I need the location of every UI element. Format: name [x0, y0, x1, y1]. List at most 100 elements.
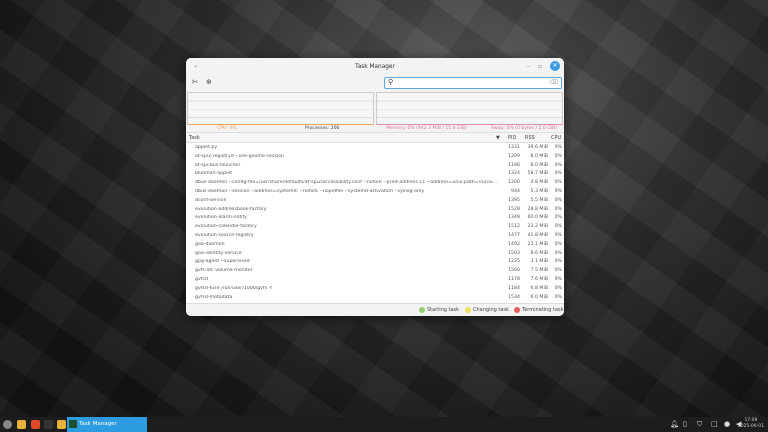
cpu-graph — [187, 92, 374, 125]
task-name: evolution-addressbook-factory — [195, 206, 267, 212]
table-row[interactable]: evolution-calendar-factory 1512 23.2 MiB 0% — [186, 223, 564, 232]
update-shield-icon[interactable]: ⛉ — [697, 420, 702, 429]
task-rss: 8.0 MiB — [530, 162, 548, 168]
files-icon[interactable] — [17, 420, 26, 429]
task-name: gvfsd-fuse /run/user/1000/gvfs -f — [195, 285, 272, 291]
window-menu-chevron-icon[interactable]: ⌄ — [193, 62, 198, 69]
taskbar-task-manager[interactable]: Task Manager — [67, 417, 147, 432]
folder-icon[interactable] — [57, 420, 66, 429]
table-row[interactable]: dbus-daemon --session --address=systemd:… — [186, 188, 564, 197]
task-name: at-spi-bus-launcher — [195, 162, 241, 168]
task-cpu: 0% — [554, 250, 562, 256]
legend-changing: Changing task — [473, 307, 509, 313]
task-pid: 1209 — [508, 153, 520, 159]
task-rss: 4.8 MiB — [530, 180, 548, 186]
table-row[interactable]: goa-daemon 1492 23.1 MiB 0% — [186, 241, 564, 250]
task-cpu: 0% — [554, 215, 562, 221]
close-button[interactable]: ✕ — [550, 61, 560, 71]
cpu-usage: CPU: 0% — [217, 126, 237, 131]
task-pid: 1186 — [508, 162, 520, 168]
task-pid: 1477 — [508, 232, 520, 238]
task-pid: 1560 — [508, 268, 520, 274]
table-row[interactable]: evolution-addressbook-factory 1528 28.8 Mi… — [186, 206, 564, 215]
task-name: applet.py — [195, 145, 218, 150]
notification-icon[interactable]: 🔔︎ — [670, 420, 679, 428]
task-cpu: 0% — [554, 162, 562, 168]
task-rss: 41.8 MiB — [527, 232, 549, 238]
software-icon[interactable] — [31, 420, 40, 429]
task-rss: 3.1 MiB — [530, 259, 548, 265]
toolbar: ✄ ⊕ ⚲ ⌫ — [186, 75, 564, 91]
table-row[interactable]: gvfs-afc-volume-monitor 1560 7.5 MiB 0% — [186, 267, 564, 276]
task-rss: 58.7 MiB — [527, 171, 549, 177]
task-pid: 1178 — [508, 276, 520, 282]
table-row[interactable]: gvfsd 1178 7.6 MiB 0% — [186, 276, 564, 285]
task-name: dbus-daemon --session --address=systemd:… — [195, 188, 425, 194]
taskbar: Task Manager 🔔︎ ▯ ⛉ □ ● ◀ 17:09 2025-06-… — [0, 417, 768, 432]
workspace-icon[interactable]: □ — [711, 420, 718, 428]
task-pid: 1184 — [508, 285, 520, 291]
maximize-button[interactable]: ▫ — [538, 63, 542, 70]
task-rss: 6.8 MiB — [530, 285, 548, 291]
task-pid: 944 — [511, 188, 520, 194]
task-pid: 1528 — [508, 206, 520, 212]
task-pid: 1512 — [508, 224, 520, 230]
task-name: evolution-source-registry — [195, 232, 254, 238]
task-name: evolution-alarm-notify — [195, 215, 247, 221]
task-pid: 1331 — [508, 145, 520, 150]
task-name: blueman-applet — [195, 171, 233, 177]
search-input[interactable]: ⚲ ⌫ — [384, 77, 562, 89]
task-pid: 1395 — [508, 197, 520, 203]
table-row[interactable]: gpg-agent --supervised 1225 3.1 MiB 0% — [186, 258, 564, 267]
search-icon: ⚲ — [388, 78, 394, 86]
table-row[interactable]: at-spi2-registryd --use-gnome-session 120… — [186, 153, 564, 162]
task-cpu: 0% — [554, 171, 562, 177]
table-row[interactable]: evolution-alarm-notify 1349 60.0 MiB 0% — [186, 214, 564, 223]
clock[interactable]: 17:09 2025-06-01 — [738, 418, 764, 430]
column-cpu[interactable]: CPU — [551, 135, 561, 141]
process-list: applet.py 1331 39.6 MiB 0% at-spi2-registryd… — [186, 144, 564, 302]
table-row[interactable]: dbus-daemon --config-file=/usr/share/def… — [186, 179, 564, 188]
task-rss: 8.6 MiB — [530, 250, 548, 256]
minimize-button[interactable]: – — [527, 63, 530, 70]
table-row[interactable]: gvfsd-fuse /run/user/1000/gvfs -f 1184 6.8… — [186, 285, 564, 294]
sort-down-icon[interactable]: ▼ — [496, 135, 500, 141]
terminal-icon[interactable] — [44, 420, 53, 429]
crosshair-target-icon[interactable]: ⊕ — [206, 78, 212, 86]
table-row[interactable]: applet.py 1331 39.6 MiB 0% — [186, 144, 564, 153]
task-rss: 60.0 MiB — [527, 215, 549, 221]
task-pid: 1324 — [508, 171, 520, 177]
task-name: dbus-daemon --config-file=/usr/share/def… — [195, 180, 498, 186]
table-row[interactable]: dconf-service 1395 5.5 MiB 0% — [186, 197, 564, 206]
starting-dot-icon — [419, 307, 425, 313]
table-row[interactable]: evolution-source-registry 1477 41.8 MiB 0% — [186, 232, 564, 241]
task-name: dconf-service — [195, 197, 227, 203]
task-pid: 1492 — [508, 241, 520, 247]
task-cpu: 0% — [554, 153, 562, 159]
table-row[interactable]: at-spi-bus-launcher 1186 8.0 MiB 0% — [186, 162, 564, 171]
task-rss: 5.5 MiB — [530, 197, 548, 203]
changing-dot-icon — [465, 307, 471, 313]
app-menu-icon[interactable] — [3, 420, 12, 429]
clipboard-icon[interactable]: ▯ — [683, 420, 687, 428]
table-row[interactable]: gvfsd-metadata 1534 6.0 MiB 0% — [186, 294, 564, 303]
task-pid: 1349 — [508, 215, 520, 221]
network-icon[interactable]: ● — [724, 420, 730, 428]
task-rss: 28.8 MiB — [527, 206, 549, 212]
task-cpu: 0% — [554, 145, 562, 150]
task-cpu: 0% — [554, 276, 562, 282]
task-rss: 39.6 MiB — [527, 145, 549, 150]
column-task[interactable]: Task — [189, 135, 200, 141]
task-cpu: 0% — [554, 285, 562, 291]
task-rss: 6.0 MiB — [530, 294, 548, 300]
column-rss[interactable]: RSS — [525, 135, 535, 141]
task-manager-window: ⌄ Task Manager – ▫ ✕ ✄ ⊕ ⚲ ⌫ CPU: 0% Pro… — [186, 58, 564, 316]
task-cpu: 0% — [554, 294, 562, 300]
column-pid[interactable]: PID — [508, 135, 516, 141]
task-pid: 1200 — [508, 180, 520, 186]
task-name: goa-daemon — [195, 241, 225, 247]
table-row[interactable]: blueman-applet 1324 58.7 MiB 0% — [186, 170, 564, 179]
table-row[interactable]: goa-identity-service 1503 8.6 MiB 0% — [186, 250, 564, 259]
clear-search-icon[interactable]: ⌫ — [550, 79, 558, 86]
settings-tools-icon[interactable]: ✄ — [192, 78, 198, 86]
